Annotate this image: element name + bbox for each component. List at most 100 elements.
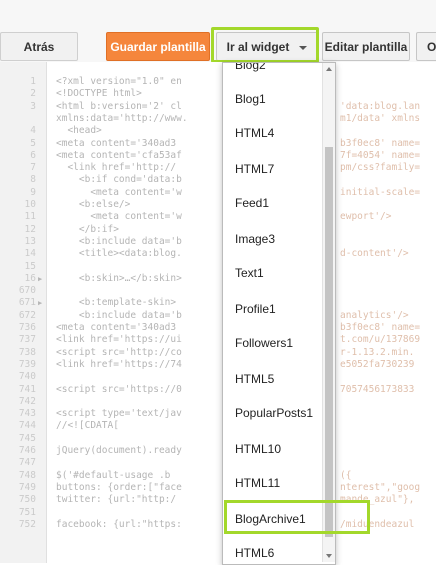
code-text-right: e5052fa730239 [340,358,415,370]
widget-menu-item[interactable]: HTML11 [235,473,280,493]
code-text-right: m1/data' xmlns [340,112,421,124]
code-text: <meta content='w [56,186,182,198]
code-text: <script src='https://0 [56,383,182,395]
widget-button-highlight [211,27,319,63]
widget-menu-item[interactable]: HTML7 [235,159,274,179]
code-line: 15 [0,261,436,273]
back-button[interactable]: Atrás [0,32,78,61]
widget-menu-item[interactable]: Image3 [235,229,275,249]
code-text: buttons: {order:["face [56,481,182,493]
code-text: <head> [56,125,102,137]
code-text: <b:template-skin> [56,297,177,309]
line-number: 8 [30,174,36,186]
code-text: <?xml version="1.0" en [56,76,182,87]
widget-dropdown-menu: Blog2 Blog1 HTML4 HTML7 Feed1 Image3 Text1 Prof… [222,62,336,565]
code-line: 751 [0,507,436,519]
line-number: 736 [18,322,36,333]
widget-menu-item[interactable]: PopularPosts1 [235,403,313,423]
code-text-right: 7f=4054' name= [340,149,421,161]
code-text: <script src='http://co [56,346,182,358]
code-text-right: ({ [340,469,352,481]
code-line: 4 <head> [0,125,436,137]
code-line: 1 <?xml version="1.0" en [0,76,436,88]
code-text: </b:if> [56,223,119,235]
line-number: 747 [18,457,36,469]
widget-menu-item[interactable]: Feed1 [235,193,269,213]
code-line: 672 <b:include data='b analytics'/> [0,310,436,322]
code-line: 750 twitter: {url:"http:/mande_azul"}, [0,494,436,506]
code-text: <b:if cond='data:b [56,174,182,186]
fold-arrow-icon[interactable]: ▶ [38,273,42,285]
code-line: 3 <html b:version='2' cl 'data:blog.lan [0,101,436,113]
line-number: 742 [18,395,36,407]
code-line: 10 <b:else/> [0,199,436,211]
code-editor[interactable]: 1 <?xml version="1.0" en 2 <!DOCTYPE html> 3… [0,62,436,563]
line-number: 7 [30,162,36,174]
line-number: 737 [18,334,36,346]
code-line: 737 <link href='https://ui t.com/u/137869 [0,334,436,346]
widget-menu-item[interactable]: Followers1 [235,333,293,353]
line-number: 740 [18,371,36,383]
code-text-right: 'data:blog.lan [340,100,421,112]
code-line: 743 <script type='text/jav [0,408,436,420]
code-line: 2 <!DOCTYPE html> [0,88,436,100]
save-template-button[interactable]: Guardar plantilla [106,32,210,61]
scroll-up-arrow-icon[interactable] [326,67,332,71]
fold-arrow-icon[interactable]: ▶ [38,297,42,309]
code-text-right: analytics'/> [340,309,409,321]
line-number: 9 [30,186,36,198]
widget-menu-item[interactable]: Blog1 [235,89,266,109]
line-number: 12 [24,223,36,235]
code-text: $('#default-usage .b [56,469,171,481]
code-line: 12 </b:if> [0,224,436,236]
line-number: 739 [18,358,36,370]
code-text: <title><data:blog. [56,248,182,260]
line-number: 743 [18,408,36,420]
code-line: 744 //<![CDATA[ [0,420,436,432]
code-line: 14 <title><data:blog. d-content'/> [0,248,436,260]
code-text-right: nterest","goog [340,481,421,493]
edit-template-button[interactable]: Editar plantilla [322,32,410,61]
code-text-right: d-content'/> [340,248,409,260]
widget-menu-item[interactable]: Text1 [235,263,264,283]
code-text: //<![CDATA[ [56,420,119,432]
code-line: 740 [0,371,436,383]
code-line: 748 $('#default-usage .b ({ [0,470,436,482]
more-options-button[interactable]: O [416,32,436,61]
line-number: 4 [30,125,36,137]
dropdown-scrollbar[interactable] [322,63,335,562]
widget-menu-item[interactable]: HTML6 [235,543,274,563]
line-number: 745 [18,432,36,444]
code-text: <link href='https://ui [56,334,182,346]
line-number: 738 [18,346,36,358]
code-line: 752 facebook: {url:"https:/miduendeazul [0,519,436,531]
widget-menu-item[interactable]: HTML4 [235,123,274,143]
code-text: <meta content='w [56,211,182,223]
line-number: 14 [24,248,36,260]
widget-menu-item[interactable]: Profile1 [235,299,276,319]
line-number: 2 [30,88,36,100]
code-line: xmlns:data='http://www. m1/data' xmlns [0,113,436,125]
code-text: <link href='http:// [56,162,177,174]
code-line: 736 <meta content='340ad3 b3f0ec8' name= [0,322,436,334]
line-number: 10 [24,199,36,210]
widget-menu-item[interactable]: HTML5 [235,369,274,389]
widget-menu-item[interactable]: HTML10 [235,439,281,459]
line-number: 752 [18,518,36,530]
code-text: <meta content='340ad3 [56,137,177,149]
line-number: 5 [30,137,36,149]
code-text: <meta content='340ad3 [56,322,177,333]
code-line: 16 ▶ <b:skin>…</b:skin> [0,273,436,285]
code-line: 11 <meta content='w ewport'/> [0,211,436,223]
line-number: 6 [30,149,36,161]
code-text-right: b3f0ec8' name= [340,137,421,149]
code-line: 745 [0,433,436,445]
line-number: 16 [24,272,36,284]
code-text-right: t.com/u/137869 [340,334,421,346]
blogarchive-highlight [224,500,370,534]
code-line: 5 <meta content='340ad3 b3f0ec8' name= [0,138,436,150]
scroll-down-arrow-icon[interactable] [326,554,332,558]
line-number: 748 [18,469,36,481]
widget-menu-item[interactable]: Blog2 [235,63,266,75]
scrollbar-thumb[interactable] [325,147,333,537]
